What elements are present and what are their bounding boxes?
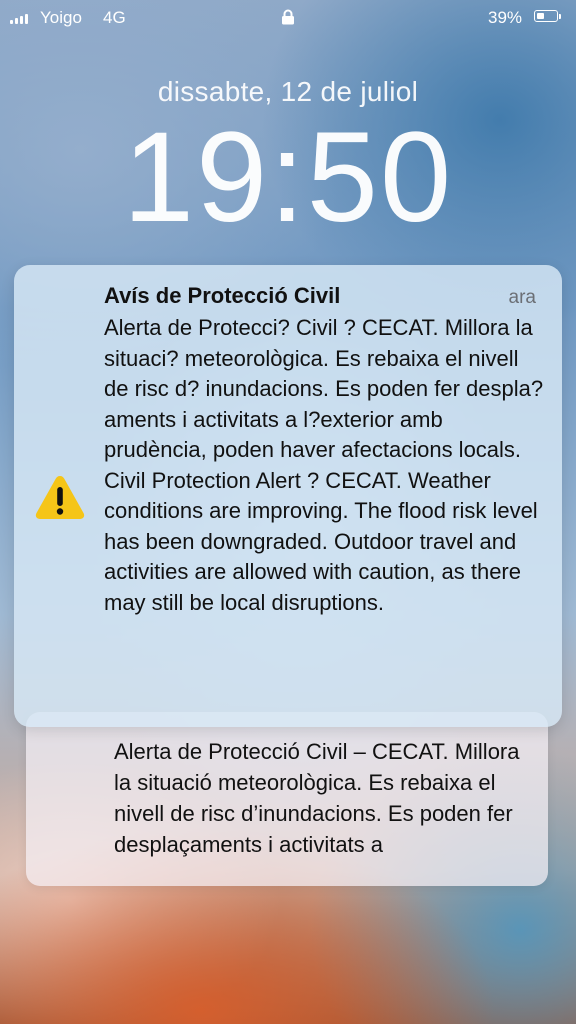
lock-icon xyxy=(282,9,294,25)
signal-strength-icon xyxy=(10,12,28,24)
carrier-name: Yoigo xyxy=(40,8,82,27)
stacked-notification-body: Alerta de Protecció Civil – CECAT. Millo… xyxy=(114,739,520,857)
battery-tip xyxy=(559,14,561,19)
warning-icon xyxy=(35,476,85,519)
notification-time: ara xyxy=(508,287,536,308)
status-bar: Yoigo 4G 39% xyxy=(0,0,576,36)
notification-title: Avís de Protecció Civil xyxy=(104,283,341,308)
notification-body: Alerta de Protecci? Civil ? CECAT. Millo… xyxy=(104,315,544,615)
emergency-alert-notification[interactable]: Avís de Protecció Civil ara Alerta de Pr… xyxy=(14,265,562,727)
lock-screen-clock: 19:50 xyxy=(122,106,454,249)
battery-percentage: 39% xyxy=(488,8,523,27)
battery-icon xyxy=(534,10,558,22)
lock-screen-date: dissabte, 12 de juliol xyxy=(157,76,419,107)
stacked-notification[interactable]: Alerta de Protecció Civil – CECAT. Millo… xyxy=(26,712,548,886)
network-type: 4G xyxy=(103,8,126,27)
